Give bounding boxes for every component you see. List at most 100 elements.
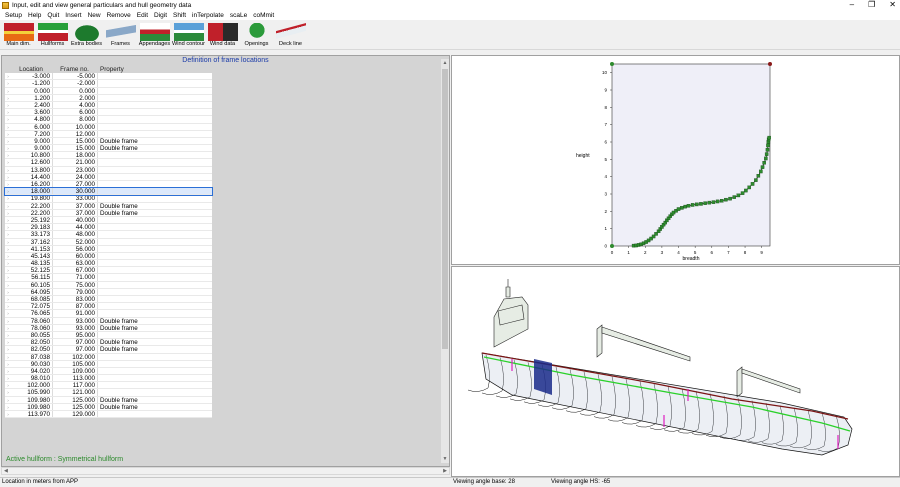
table-row[interactable]: › 25.192 40.000 [5,216,212,225]
property-cell[interactable]: Double frame [98,397,212,404]
frame-no-cell[interactable]: 121.000 [53,389,98,396]
menu-remove[interactable]: Remove [104,12,134,19]
property-cell[interactable]: Double frame [98,138,212,145]
table-row[interactable]: › 90.030 105.000 [5,360,212,368]
location-cell[interactable]: 0.000 [11,87,53,95]
frame-no-cell[interactable]: 30.000 [53,188,98,195]
frame-no-cell[interactable]: 113.000 [53,375,98,382]
table-row[interactable]: › 80.055 95.000 [5,331,212,340]
frame-no-cell[interactable]: 56.000 [53,245,98,253]
frame-no-cell[interactable]: 91.000 [53,310,98,317]
menu-digit[interactable]: Digit [151,12,170,19]
hull-3d-view[interactable] [452,267,899,476]
table-row[interactable]: › 102.000 117.000 [5,382,212,390]
table-row[interactable]: › 78.060 93.000 Double frame [5,317,212,325]
location-cell[interactable]: 102.000 [11,382,53,389]
column-header[interactable]: Frame no. [53,66,98,73]
table-row[interactable]: › 9.000 15.000 Double frame [5,137,212,146]
location-cell[interactable]: 82.050 [11,346,53,353]
frame-no-cell[interactable]: 27.000 [53,181,98,188]
table-row[interactable]: › 109.980 125.000 Double frame [5,396,212,404]
location-cell[interactable]: -3.000 [11,73,53,80]
property-cell[interactable] [98,109,212,115]
table-row[interactable]: › 64.095 79.000 [5,288,212,296]
frame-no-cell[interactable]: 44.000 [53,224,98,231]
table-row[interactable]: › 2.400 4.000 [5,101,212,110]
restore-button[interactable]: ❐ [868,0,875,10]
location-cell[interactable]: 60.105 [11,281,53,289]
property-cell[interactable] [98,382,212,388]
menu-commit[interactable]: coMmit [250,12,277,19]
location-cell[interactable]: 22.200 [11,202,53,210]
property-cell[interactable] [98,289,212,295]
frame-no-cell[interactable]: 83.000 [53,296,98,303]
table-row[interactable]: › 3.600 6.000 [5,109,212,117]
property-cell[interactable] [98,361,212,367]
column-header[interactable]: Location [11,66,53,73]
table-row[interactable]: › 4.800 8.000 [5,116,212,124]
table-row[interactable]: › 52.125 67.000 [5,267,212,275]
property-cell[interactable] [98,239,212,245]
property-cell[interactable] [98,88,212,94]
scroll-right-arrow-icon[interactable]: ▶ [443,468,447,474]
property-cell[interactable] [98,152,212,158]
table-row[interactable]: › 6.000 10.000 [5,123,212,131]
scroll-thumb[interactable] [442,69,448,349]
table-row[interactable]: › 0.000 0.000 [5,87,212,95]
toolbar-deck-line-button[interactable]: Deck line [274,21,307,49]
property-cell[interactable] [98,411,212,417]
close-button[interactable]: ✕ [889,0,896,10]
property-cell[interactable] [98,124,212,130]
table-row[interactable]: › 48.135 63.000 [5,260,212,268]
property-cell[interactable]: Double frame [98,203,212,210]
frame-no-cell[interactable]: 102.000 [53,353,98,361]
table-row[interactable]: › 37.162 52.000 [5,238,212,246]
frame-no-cell[interactable]: 93.000 [53,324,98,332]
location-cell[interactable]: 76.065 [11,310,53,317]
frame-no-cell[interactable]: 15.000 [53,137,98,145]
table-row[interactable]: › 68.085 83.000 [5,296,212,304]
frame-no-cell[interactable]: 33.000 [53,195,98,202]
location-cell[interactable]: 98.010 [11,375,53,382]
menu-insert[interactable]: Insert [62,12,84,19]
location-cell[interactable]: 109.980 [11,403,53,411]
property-cell[interactable] [98,159,212,165]
property-cell[interactable] [98,267,212,273]
location-cell[interactable]: 16.200 [11,181,53,188]
property-cell[interactable] [98,131,212,137]
table-row[interactable]: › 76.065 91.000 [5,310,212,318]
toolbar-frames-button[interactable]: Frames [104,21,137,49]
location-cell[interactable]: 109.980 [11,396,53,404]
frame-no-cell[interactable]: 37.000 [53,202,98,210]
toolbar-wind-data-button[interactable]: Wind data [206,21,239,49]
scroll-down-arrow-icon[interactable]: ▼ [441,455,449,463]
table-row[interactable]: › 113.970 129.000 [5,411,212,419]
property-cell[interactable] [98,354,212,360]
frame-no-cell[interactable]: 23.000 [53,166,98,174]
frame-no-cell[interactable]: 109.000 [53,367,98,375]
frame-no-cell[interactable]: 48.000 [53,231,98,238]
location-cell[interactable]: 7.200 [11,130,53,138]
table-row[interactable]: › 18.000 30.000 [4,187,213,197]
frame-no-cell[interactable]: 125.000 [53,403,98,411]
location-cell[interactable]: 80.055 [11,331,53,339]
table-row[interactable]: › 22.200 37.000 Double frame [5,209,212,217]
frame-no-cell[interactable]: 93.000 [53,317,98,325]
frame-no-cell[interactable]: 15.000 [53,145,98,152]
location-cell[interactable]: -1.200 [11,80,53,87]
table-row[interactable]: › 1.200 2.000 [5,94,212,102]
location-cell[interactable]: 105.990 [11,389,53,396]
frame-no-cell[interactable]: 52.000 [53,238,98,246]
table-row[interactable]: › 45.143 60.000 [5,252,212,261]
property-cell[interactable] [98,73,212,79]
table-row[interactable]: › 16.200 27.000 [5,181,212,189]
location-cell[interactable]: 72.075 [11,303,53,310]
table-row[interactable]: › 33.173 48.000 [5,231,212,239]
property-cell[interactable] [98,80,212,86]
frame-no-cell[interactable]: -2.000 [53,80,98,87]
location-cell[interactable]: 9.000 [11,137,53,145]
frame-no-cell[interactable]: 117.000 [53,382,98,389]
location-cell[interactable]: 41.153 [11,245,53,253]
location-cell[interactable]: 2.400 [11,101,53,109]
property-cell[interactable] [98,181,212,187]
